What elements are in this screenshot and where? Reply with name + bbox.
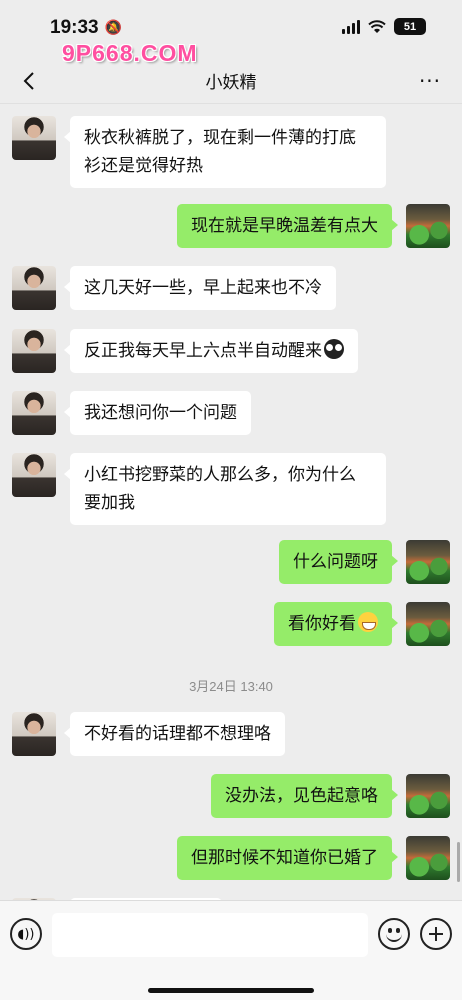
chat-title: 小妖精 (205, 73, 257, 93)
my-avatar[interactable] (406, 774, 450, 818)
message-bubble[interactable]: 但那时候不知道你已婚了 (177, 836, 398, 880)
contact-avatar[interactable] (12, 391, 56, 435)
plus-button[interactable] (420, 918, 452, 950)
message-sent: 什么问题呀 (279, 540, 450, 584)
contact-avatar[interactable] (12, 329, 56, 373)
message-sent: 但那时候不知道你已婚了 (177, 836, 450, 880)
cellular-signal-icon (342, 19, 360, 34)
chat-timestamp: 3月24日 13:40 (189, 679, 273, 694)
message-bubble[interactable]: 现在就是早晚温差有点大 (177, 204, 398, 248)
wifi-icon (368, 19, 386, 34)
message-bubble[interactable]: 我还想问你一个问题 (64, 391, 251, 435)
more-button[interactable]: ··· (416, 66, 444, 96)
contact-avatar[interactable] (12, 453, 56, 497)
mute-bell-icon: 🔕 (104, 20, 123, 36)
message-received: 秋衣秋裤脱了，现在剩一件薄的打底衫还是觉得好热 (12, 116, 386, 188)
message-sent: 现在就是早晚温差有点大 (177, 204, 450, 248)
message-bubble[interactable]: 看你好看 (274, 602, 398, 646)
scrollbar[interactable] (457, 842, 460, 882)
message-bubble[interactable]: 这几天好一些，早上起来也不冷 (64, 266, 336, 310)
message-sent: 没办法，见色起意咯 (211, 774, 450, 818)
owl-emoji-icon (324, 339, 344, 359)
message-text: 反正我每天早上六点半自动醒来 (84, 341, 322, 361)
message-received: 小红书挖野菜的人那么多，你为什么要加我 (12, 453, 386, 525)
status-time: 19:33 (50, 17, 99, 38)
message-received: 不好看的话理都不想理咯 (12, 712, 285, 756)
status-icons: 51 (342, 18, 426, 35)
home-indicator (148, 988, 314, 993)
message-bubble[interactable]: 小红书挖野菜的人那么多，你为什么要加我 (64, 453, 386, 525)
battery-icon: 51 (394, 18, 426, 35)
message-bubble[interactable]: 不好看的话理都不想理咯 (64, 712, 285, 756)
smiley-icon (386, 934, 402, 942)
message-received: 我还想问你一个问题 (12, 391, 251, 435)
message-received: 反正我每天早上六点半自动醒来 (12, 329, 358, 373)
chevron-left-icon (23, 72, 34, 90)
my-avatar[interactable] (406, 204, 450, 248)
contact-avatar[interactable] (12, 712, 56, 756)
my-avatar[interactable] (406, 540, 450, 584)
my-avatar[interactable] (406, 602, 450, 646)
grin-emoji-icon (358, 612, 378, 632)
voice-icon: ◖)) (17, 926, 35, 942)
voice-button[interactable]: ◖)) (10, 918, 42, 950)
watermark-logo: 9P668.COM (62, 40, 198, 66)
my-avatar[interactable] (406, 836, 450, 880)
message-received: 这几天好一些，早上起来也不冷 (12, 266, 336, 310)
message-bubble[interactable]: 没办法，见色起意咯 (211, 774, 398, 818)
message-bubble[interactable]: 反正我每天早上六点半自动醒来 (64, 329, 358, 373)
message-bubble[interactable]: 什么问题呀 (279, 540, 398, 584)
message-bubble[interactable]: 秋衣秋裤脱了，现在剩一件薄的打底衫还是觉得好热 (64, 116, 386, 188)
back-button[interactable] (14, 64, 44, 98)
message-list[interactable]: 秋衣秋裤脱了，现在剩一件薄的打底衫还是觉得好热 现在就是早晚温差有点大 这几天好… (0, 104, 462, 900)
message-sent: 看你好看 (274, 602, 450, 646)
contact-avatar[interactable] (12, 116, 56, 160)
input-bar: ◖)) (0, 900, 462, 1000)
emoji-button[interactable] (378, 918, 410, 950)
message-input[interactable] (52, 913, 368, 957)
ellipsis-icon: ··· (418, 69, 442, 93)
contact-avatar[interactable] (12, 266, 56, 310)
message-text: 看你好看 (288, 614, 356, 634)
